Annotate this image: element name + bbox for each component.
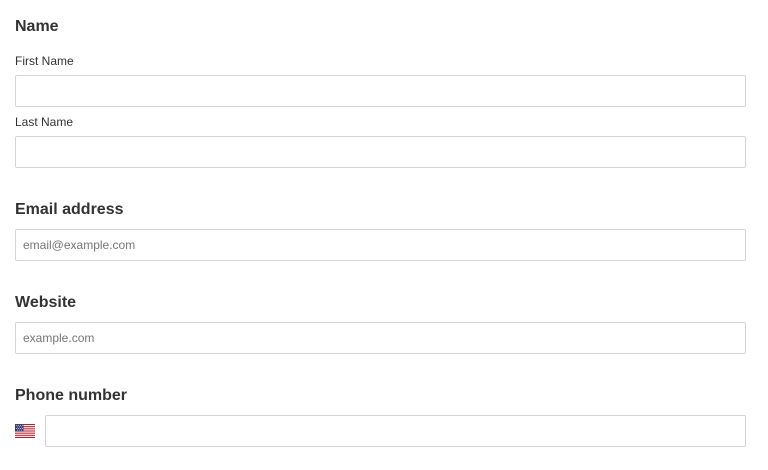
website-section-title: Website xyxy=(15,294,77,311)
email-section-title: Email address xyxy=(15,201,124,218)
phone-section-title: Phone number xyxy=(15,387,128,404)
name-section-title: Name xyxy=(15,18,59,35)
phone-row xyxy=(15,415,746,447)
website-input[interactable] xyxy=(15,322,746,354)
last-name-input[interactable] xyxy=(15,136,746,168)
us-flag-icon[interactable] xyxy=(15,424,35,438)
first-name-label: First Name xyxy=(15,54,74,68)
last-name-label: Last Name xyxy=(15,115,74,129)
email-input[interactable] xyxy=(15,229,746,261)
phone-input[interactable] xyxy=(45,415,746,447)
first-name-input[interactable] xyxy=(15,75,746,107)
